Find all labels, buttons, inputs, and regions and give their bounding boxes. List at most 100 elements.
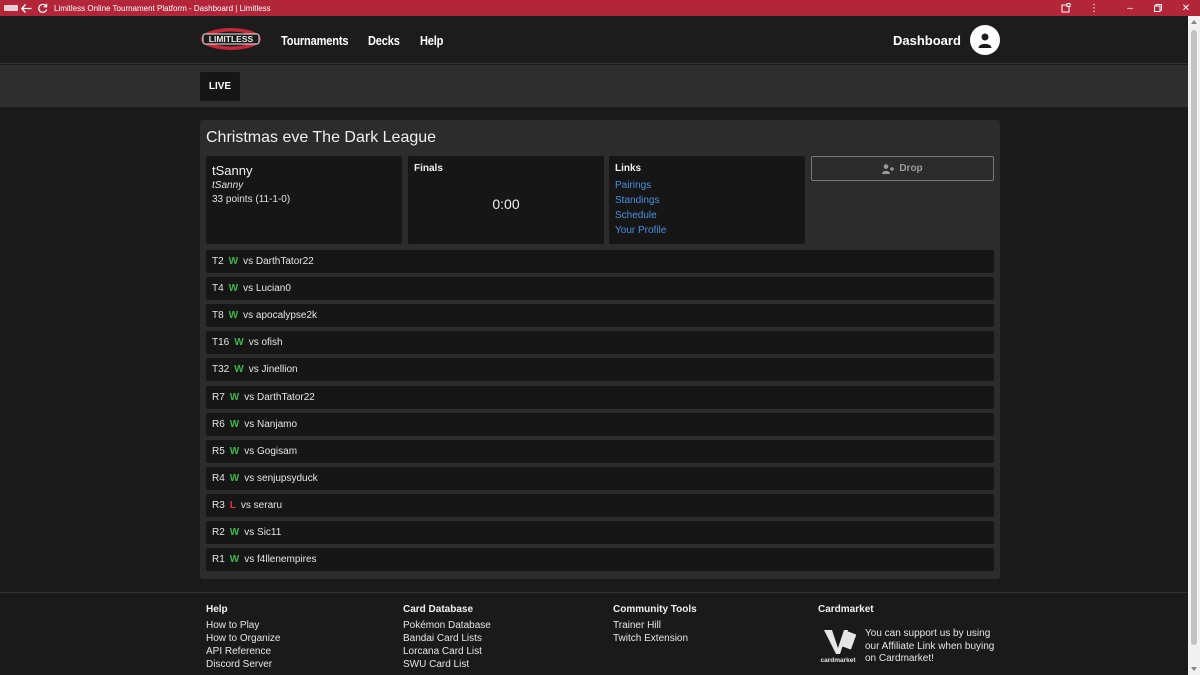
footer-link-pokemon-database[interactable]: Pokémon Database [403,619,491,632]
match-opponent[interactable]: vs DarthTator22 [244,392,315,403]
match-result: L [229,499,236,511]
footer-link-discord-server[interactable]: Discord Server [206,658,280,671]
footer-help: Help How to Play How to Organize API Ref… [206,604,280,671]
cardmarket-logo[interactable]: cardmarket [818,626,858,666]
page-scrollbar[interactable] [1188,16,1200,675]
logo-text: LIMITLESS [209,34,254,44]
site-header: LIMITLESS Tournaments Decks Help Dashboa… [0,16,1188,64]
links-box: Links Pairings Standings Schedule Your P… [609,156,805,244]
extensions-icon[interactable] [1052,0,1080,16]
link-standings[interactable]: Standings [615,193,666,208]
match-row[interactable]: T2 Wvs DarthTator22 [206,250,994,273]
round-timer: 0:00 [492,196,520,212]
footer-cardmarket: Cardmarket [818,604,874,619]
cardmarket-logo-caption: cardmarket [820,657,856,664]
match-round: T16 [212,337,230,349]
dashboard-label[interactable]: Dashboard [893,33,961,48]
match-opponent[interactable]: vs seraru [241,500,282,511]
link-schedule[interactable]: Schedule [615,208,666,223]
match-row[interactable]: T4 Wvs Lucian0 [206,277,994,301]
footer-link-lorcana-card-list[interactable]: Lorcana Card List [403,645,491,658]
footer-community-tools: Community Tools Trainer Hill Twitch Exte… [613,604,697,645]
user-plus-icon [882,163,895,174]
site-footer: Help How to Play How to Organize API Ref… [0,592,1188,675]
match-opponent[interactable]: vs f4llenempires [244,554,316,565]
drop-label: Drop [899,163,923,174]
footer-link-bandai-card-lists[interactable]: Bandai Card Lists [403,632,491,645]
match-result: W [228,283,239,295]
player-handle: tSanny [212,180,244,191]
match-round: R6 [212,418,225,430]
footer-link-how-to-organize[interactable]: How to Organize [206,632,280,645]
link-pairings[interactable]: Pairings [615,178,666,193]
match-opponent[interactable]: vs apocalypse2k [243,310,317,321]
scrollbar-thumb[interactable] [1191,30,1197,645]
match-opponent[interactable]: vs senjupsyduck [244,473,317,484]
match-opponent[interactable]: vs Lucian0 [243,283,291,294]
player-points: 33 points (11-1-0) [212,194,291,205]
browser-titlebar: Limitless Online Tournament Platform - D… [0,0,1200,16]
browser-title: Limitless Online Tournament Platform - D… [54,3,271,13]
match-opponent[interactable]: vs Sic11 [244,527,281,538]
footer-link-twitch-extension[interactable]: Twitch Extension [613,632,697,645]
match-row[interactable]: R1 Wvs f4llenempires [206,548,994,572]
match-row[interactable]: R5 Wvs Gogisam [206,439,994,463]
match-result: W [234,364,244,376]
limitless-logo[interactable]: LIMITLESS [200,26,262,52]
match-result: W [229,418,240,430]
match-row[interactable]: T16 Wvs ofish [206,331,994,355]
event-title: Christmas eve The Dark League [206,129,437,146]
match-result: W [229,554,240,566]
player-info-box: tSanny tSanny 33 points (11-1-0) [206,156,402,244]
match-row[interactable]: T8 Wvs apocalypse2k [206,304,994,328]
match-round: T8 [212,310,224,322]
match-opponent[interactable]: vs DarthTator22 [243,256,314,267]
match-round: R2 [212,527,225,538]
footer-link-how-to-play[interactable]: How to Play [206,619,280,632]
match-opponent[interactable]: vs Gogisam [244,446,297,457]
match-round: R4 [212,472,225,484]
tournament-card: Christmas eve The Dark League tSanny tSa… [200,120,1000,579]
match-opponent[interactable]: vs Jinellion [249,364,298,375]
nav-help[interactable]: Help [420,33,443,48]
match-row[interactable]: R7 Wvs DarthTator22 [206,385,994,409]
links-heading: Links [615,163,642,174]
match-round: R5 [212,445,225,457]
match-row[interactable]: R6 Wvs Nanjamo [206,412,994,436]
match-row[interactable]: T32 Wvs Jinellion [206,358,994,382]
match-result: W [229,391,240,403]
drop-button[interactable]: Drop [811,156,994,181]
close-icon[interactable]: ✕ [1172,0,1200,16]
match-opponent[interactable]: vs Nanjamo [244,419,297,430]
match-round: T32 [212,364,230,376]
footer-heading: Help [206,604,228,615]
match-opponent[interactable]: vs ofish [249,337,283,348]
footer-link-swu-card-list[interactable]: SWU Card List [403,658,491,671]
match-row[interactable]: R3 Lvs seraru [206,493,994,517]
user-avatar-icon[interactable] [970,25,1000,55]
match-round: R1 [212,554,225,566]
nav-tournaments[interactable]: Tournaments [281,33,348,48]
restore-icon[interactable] [1144,0,1172,16]
cardmarket-text: You can support us by using our Affiliat… [865,628,995,664]
match-row[interactable]: R4 Wvs senjupsyduck [206,466,994,490]
minimize-icon[interactable]: – [1116,0,1144,16]
match-row[interactable]: R2 Wvs Sic11 [206,521,994,544]
scroll-down-icon[interactable] [1191,667,1197,671]
footer-heading: Community Tools [613,604,697,615]
tab-live[interactable]: LIVE [200,72,240,101]
link-your-profile[interactable]: Your Profile [615,223,666,238]
footer-heading: Card Database [403,604,474,615]
nav-decks[interactable]: Decks [368,33,400,48]
more-menu-icon[interactable]: ⋮ [1080,0,1108,16]
footer-link-api-reference[interactable]: API Reference [206,645,280,658]
back-arrow-icon[interactable] [18,0,34,16]
footer-link-trainer-hill[interactable]: Trainer Hill [613,619,697,632]
scroll-up-icon[interactable] [1191,20,1197,24]
subnav-bar: LIVE [0,65,1188,107]
reload-icon[interactable] [34,0,50,16]
match-result: W [234,337,244,349]
match-result: W [229,472,240,484]
match-result: W [229,527,240,538]
app-menu-icon[interactable] [4,5,18,11]
